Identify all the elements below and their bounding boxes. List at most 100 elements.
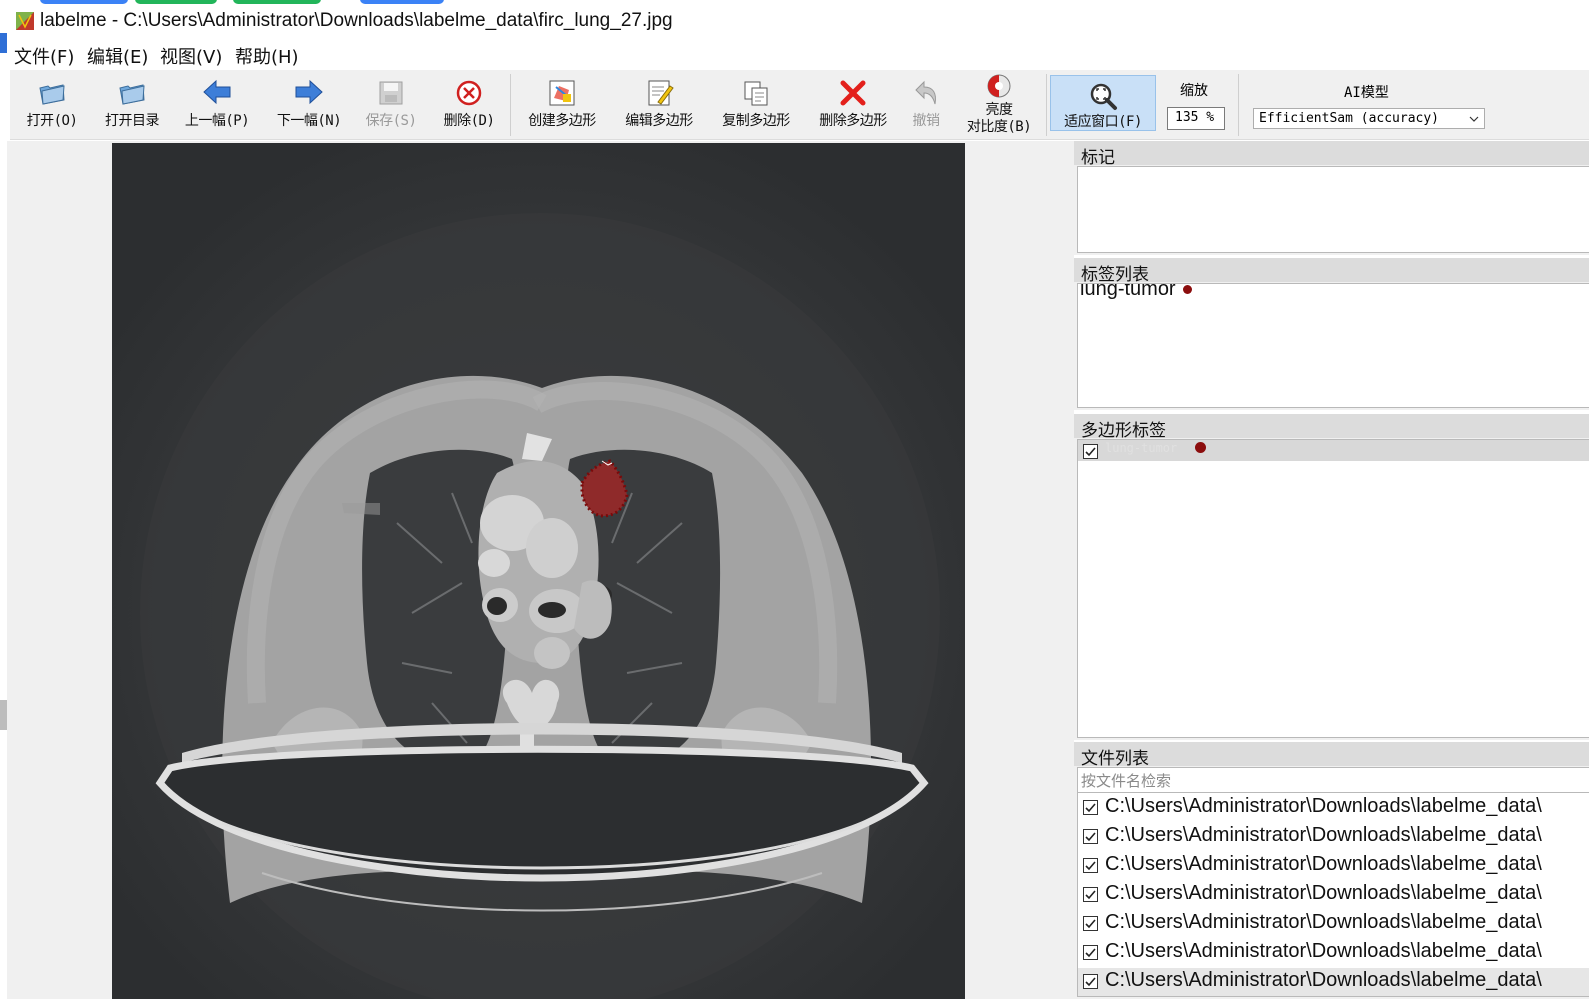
brightness-icon [987, 74, 1011, 98]
open-dir-button[interactable]: 打开目录 [98, 70, 166, 138]
polygon-labels-title: 多边形标签 [1074, 414, 1589, 441]
polygon-label-text: lung-tumor [1105, 441, 1178, 455]
left-window-edge [0, 0, 7, 999]
file-list-item[interactable]: C:\Users\Administrator\Downloads\labelme… [1078, 910, 1589, 939]
file-path: C:\Users\Administrator\Downloads\labelme… [1105, 824, 1542, 846]
prev-arrow-icon [203, 79, 231, 105]
delete-circle-icon [456, 80, 482, 106]
label-list-item[interactable]: lung-tumor [1080, 283, 1192, 301]
toolbar-separator [510, 74, 511, 136]
create-polygon-label: 创建多边形 [528, 113, 596, 129]
file-checkbox[interactable] [1083, 858, 1098, 873]
open-button[interactable]: 打开(O) [20, 70, 84, 138]
zoom-input[interactable]: 135 % [1167, 107, 1225, 130]
ct-scan-image[interactable] [112, 143, 965, 999]
file-path: C:\Users\Administrator\Downloads\labelme… [1105, 911, 1542, 933]
delete-polygon-button[interactable]: 删除多边形 [810, 70, 896, 138]
ai-model-value: EfficientSam (accuracy) [1259, 111, 1440, 126]
file-checkbox[interactable] [1083, 887, 1098, 902]
copy-polygon-button[interactable]: 复制多边形 [713, 70, 799, 138]
create-polygon-icon [549, 80, 575, 106]
label-list-item-text: lung-tumor [1080, 283, 1176, 300]
file-list-item[interactable]: C:\Users\Administrator\Downloads\labelme… [1078, 823, 1589, 852]
edit-polygon-icon [648, 80, 674, 106]
file-checkbox[interactable] [1083, 974, 1098, 989]
polygon-labels-dock: 多边形标签 lung-tumor [1074, 414, 1589, 740]
ai-model-select[interactable]: EfficientSam (accuracy) [1253, 108, 1485, 129]
file-list-item[interactable]: C:\Users\Administrator\Downloads\labelme… [1078, 939, 1589, 968]
edit-polygon-label: 编辑多边形 [625, 113, 693, 129]
zoom-label: 缩放 [1180, 83, 1208, 99]
create-polygon-button[interactable]: 创建多边形 [518, 70, 606, 138]
menu-view[interactable]: 视图(V) [160, 43, 222, 69]
file-path: C:\Users\Administrator\Downloads\labelme… [1105, 882, 1542, 904]
open-folder-icon [39, 84, 65, 105]
save-button[interactable]: 保存(S) [360, 70, 422, 138]
label-color-dot [1182, 285, 1192, 294]
flags-list[interactable] [1077, 166, 1589, 253]
fit-window-button[interactable]: 适应窗口(F) [1050, 75, 1156, 131]
file-checkbox[interactable] [1083, 945, 1098, 960]
file-list-panel: 按文件名检索 C:\Users\Administrator\Downloads\… [1077, 767, 1589, 997]
brightness-label: 亮度 对比度(B) [960, 102, 1038, 136]
checkbox-icon [1085, 832, 1096, 842]
polygon-labels-list[interactable]: lung-tumor [1077, 439, 1589, 738]
file-path: C:\Users\Administrator\Downloads\labelme… [1105, 940, 1542, 962]
next-arrow-icon [295, 79, 323, 105]
undo-button[interactable]: 撤销 [904, 70, 948, 138]
next-label: 下一幅(N) [276, 113, 342, 129]
zoom-fit-icon [1090, 83, 1117, 110]
file-list-item-selected[interactable]: C:\Users\Administrator\Downloads\labelme… [1078, 968, 1589, 996]
file-list-item[interactable]: C:\Users\Administrator\Downloads\labelme… [1078, 794, 1589, 823]
polygon-visible-checkbox[interactable] [1083, 444, 1098, 459]
toolbar-separator [1046, 74, 1047, 136]
menu-bar: 文件(F) 编辑(E) 视图(V) 帮助(H) [7, 38, 1589, 70]
label-list-dock: 标签列表 lung-tumor [1074, 258, 1589, 410]
delete-label: 删除(D) [443, 113, 495, 129]
taskbar-tab-indicator [40, 0, 128, 4]
flags-dock: 标记 [1074, 141, 1589, 255]
menu-edit[interactable]: 编辑(E) [87, 43, 148, 69]
menu-help[interactable]: 帮助(H) [235, 43, 299, 69]
label-list[interactable]: lung-tumor [1077, 283, 1589, 408]
prev-label: 上一幅(P) [184, 113, 250, 129]
undo-label: 撤销 [912, 113, 941, 129]
checkbox-icon [1085, 919, 1096, 929]
checkbox-icon [1085, 803, 1096, 813]
ct-scan-drawing [112, 143, 965, 999]
undo-icon [915, 80, 936, 105]
label-list-title: 标签列表 [1074, 258, 1589, 285]
window-title: labelme - C:\Users\Administrator\Downloa… [40, 10, 673, 31]
file-list-item[interactable]: C:\Users\Administrator\Downloads\labelme… [1078, 881, 1589, 910]
app-icon [16, 12, 34, 30]
image-canvas[interactable] [7, 141, 1069, 999]
taskbar-tab-indicator [360, 0, 444, 4]
file-search-input[interactable]: 按文件名检索 [1078, 768, 1589, 793]
polygon-label-row[interactable]: lung-tumor [1078, 440, 1589, 461]
copy-polygon-label: 复制多边形 [722, 113, 790, 129]
next-button[interactable]: 下一幅(N) [272, 70, 346, 138]
copy-polygon-icon [744, 81, 768, 106]
file-path: C:\Users\Administrator\Downloads\labelme… [1105, 853, 1542, 875]
file-checkbox[interactable] [1083, 916, 1098, 931]
file-list-item[interactable]: C:\Users\Administrator\Downloads\labelme… [1078, 852, 1589, 881]
taskbar-tab-indicator [135, 0, 217, 4]
edit-polygon-button[interactable]: 编辑多边形 [616, 70, 702, 138]
brightness-label-line2: 对比度(B) [966, 119, 1032, 135]
checkbox-icon [1085, 948, 1096, 958]
brightness-contrast-button[interactable]: 亮度 对比度(B) [960, 70, 1038, 138]
edge-marker [0, 33, 7, 53]
menu-file[interactable]: 文件(F) [14, 43, 74, 69]
file-checkbox[interactable] [1083, 800, 1098, 815]
delete-polygon-label: 删除多边形 [819, 113, 887, 129]
file-list-title: 文件列表 [1074, 742, 1589, 769]
open-label: 打开(O) [26, 113, 78, 129]
chevron-down-icon [1469, 116, 1479, 122]
file-checkbox[interactable] [1083, 829, 1098, 844]
file-path: C:\Users\Administrator\Downloads\labelme… [1105, 795, 1542, 817]
delete-x-icon [840, 80, 866, 106]
save-label: 保存(S) [365, 113, 417, 129]
title-bar: labelme - C:\Users\Administrator\Downloa… [7, 6, 1589, 38]
prev-button[interactable]: 上一幅(P) [180, 70, 254, 138]
delete-button[interactable]: 删除(D) [438, 70, 500, 138]
